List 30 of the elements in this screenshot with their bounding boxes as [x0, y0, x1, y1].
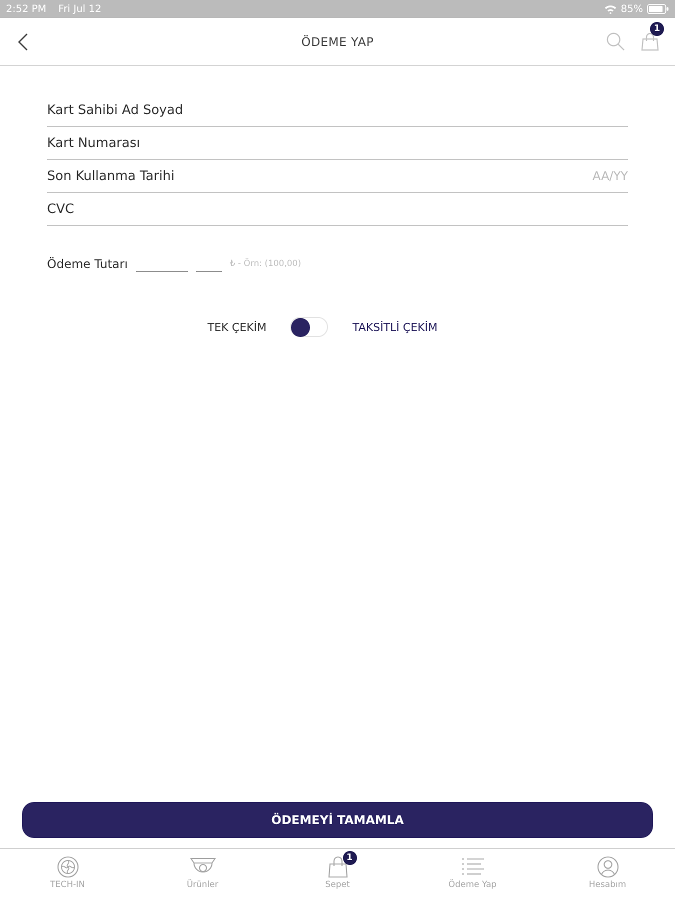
status-time: 2:52 PM	[6, 4, 46, 14]
complete-payment-button[interactable]: ÖDEMEYİ TAMAMLA	[22, 802, 653, 838]
single-payment-label: TEK ÇEKİM	[208, 320, 266, 334]
page-title: ÖDEME YAP	[301, 34, 374, 48]
tab-bar-item[interactable]: 1 Sepet	[270, 849, 405, 900]
list-icon	[460, 857, 484, 877]
toggle-switch[interactable]	[290, 317, 328, 337]
input-field[interactable]: CVC	[47, 193, 628, 226]
back-chevron-icon	[18, 32, 28, 50]
battery-icon	[647, 4, 669, 14]
amount-hint: ₺ - Örn: (100,00)	[230, 259, 302, 269]
swirl-logo-icon	[56, 856, 78, 878]
battery-percent: 85%	[620, 4, 643, 14]
count-badge: 1	[342, 851, 356, 865]
input-field[interactable]: Kart Numarası	[47, 127, 628, 160]
format-hint: AA/YY	[592, 169, 628, 183]
tab-bar-item[interactable]: Ödeme Yap	[405, 849, 540, 900]
installment-label: TAKSİTLİ ÇEKİM	[352, 320, 438, 334]
tab-bar-item[interactable]: TECH-IN	[0, 849, 135, 900]
amount-label: Ödeme Tutarı	[47, 257, 128, 271]
back-button[interactable]	[16, 30, 30, 52]
wifi-icon	[604, 4, 617, 14]
shopping-bag-icon	[328, 856, 348, 878]
input-field[interactable]: Kart Sahibi Ad Soyad	[47, 94, 628, 127]
count-badge: 1	[650, 22, 664, 36]
tab-bar-item[interactable]: Hesabım	[540, 849, 675, 900]
shopping-bag-icon[interactable]	[641, 32, 659, 50]
account-icon	[596, 856, 618, 878]
tab-bar-item[interactable]: Ürünler	[135, 849, 270, 900]
status-date: Fri Jul 12	[58, 4, 102, 14]
